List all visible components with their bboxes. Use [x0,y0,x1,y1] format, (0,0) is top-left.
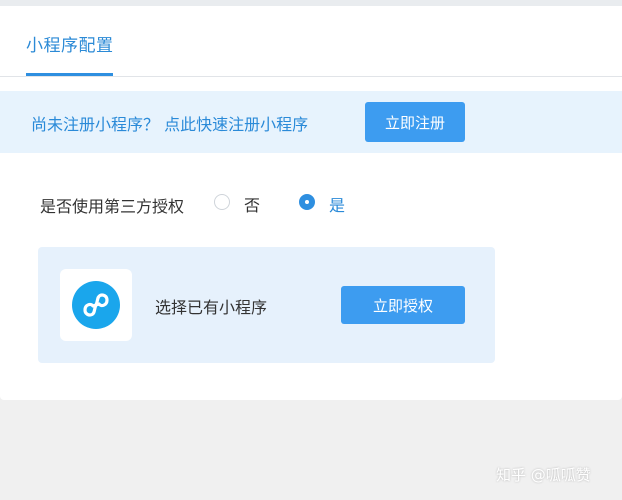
radio-no[interactable] [214,194,230,210]
third-party-auth-row: 是否使用第三方授权 否 是 [0,188,622,218]
tab-bar: 小程序配置 [0,6,622,77]
register-now-button[interactable]: 立即注册 [365,102,465,142]
register-notice: 尚未注册小程序？ 点此快速注册小程序 立即注册 [0,91,622,153]
authorize-now-button[interactable]: 立即授权 [341,286,465,324]
radio-yes-label[interactable]: 是 [329,192,345,216]
radio-no-label[interactable]: 否 [244,192,260,216]
mini-program-logo-icon [72,281,120,329]
config-card: 小程序配置 尚未注册小程序？ 点此快速注册小程序 立即注册 是否使用第三方授权 … [0,6,622,400]
tab-mini-program-config[interactable]: 小程序配置 [26,31,114,56]
radio-yes[interactable] [299,194,315,210]
existing-program-panel: 选择已有小程序 立即授权 [38,247,495,363]
register-notice-link[interactable]: 尚未注册小程序？ 点此快速注册小程序 [31,111,308,135]
third-party-auth-label: 是否使用第三方授权 [40,197,185,216]
mini-program-icon [60,269,132,341]
zhihu-watermark: 知乎 @呱呱赞 [496,466,591,484]
tab-divider [0,76,622,77]
select-existing-program-label: 选择已有小程序 [155,298,268,317]
